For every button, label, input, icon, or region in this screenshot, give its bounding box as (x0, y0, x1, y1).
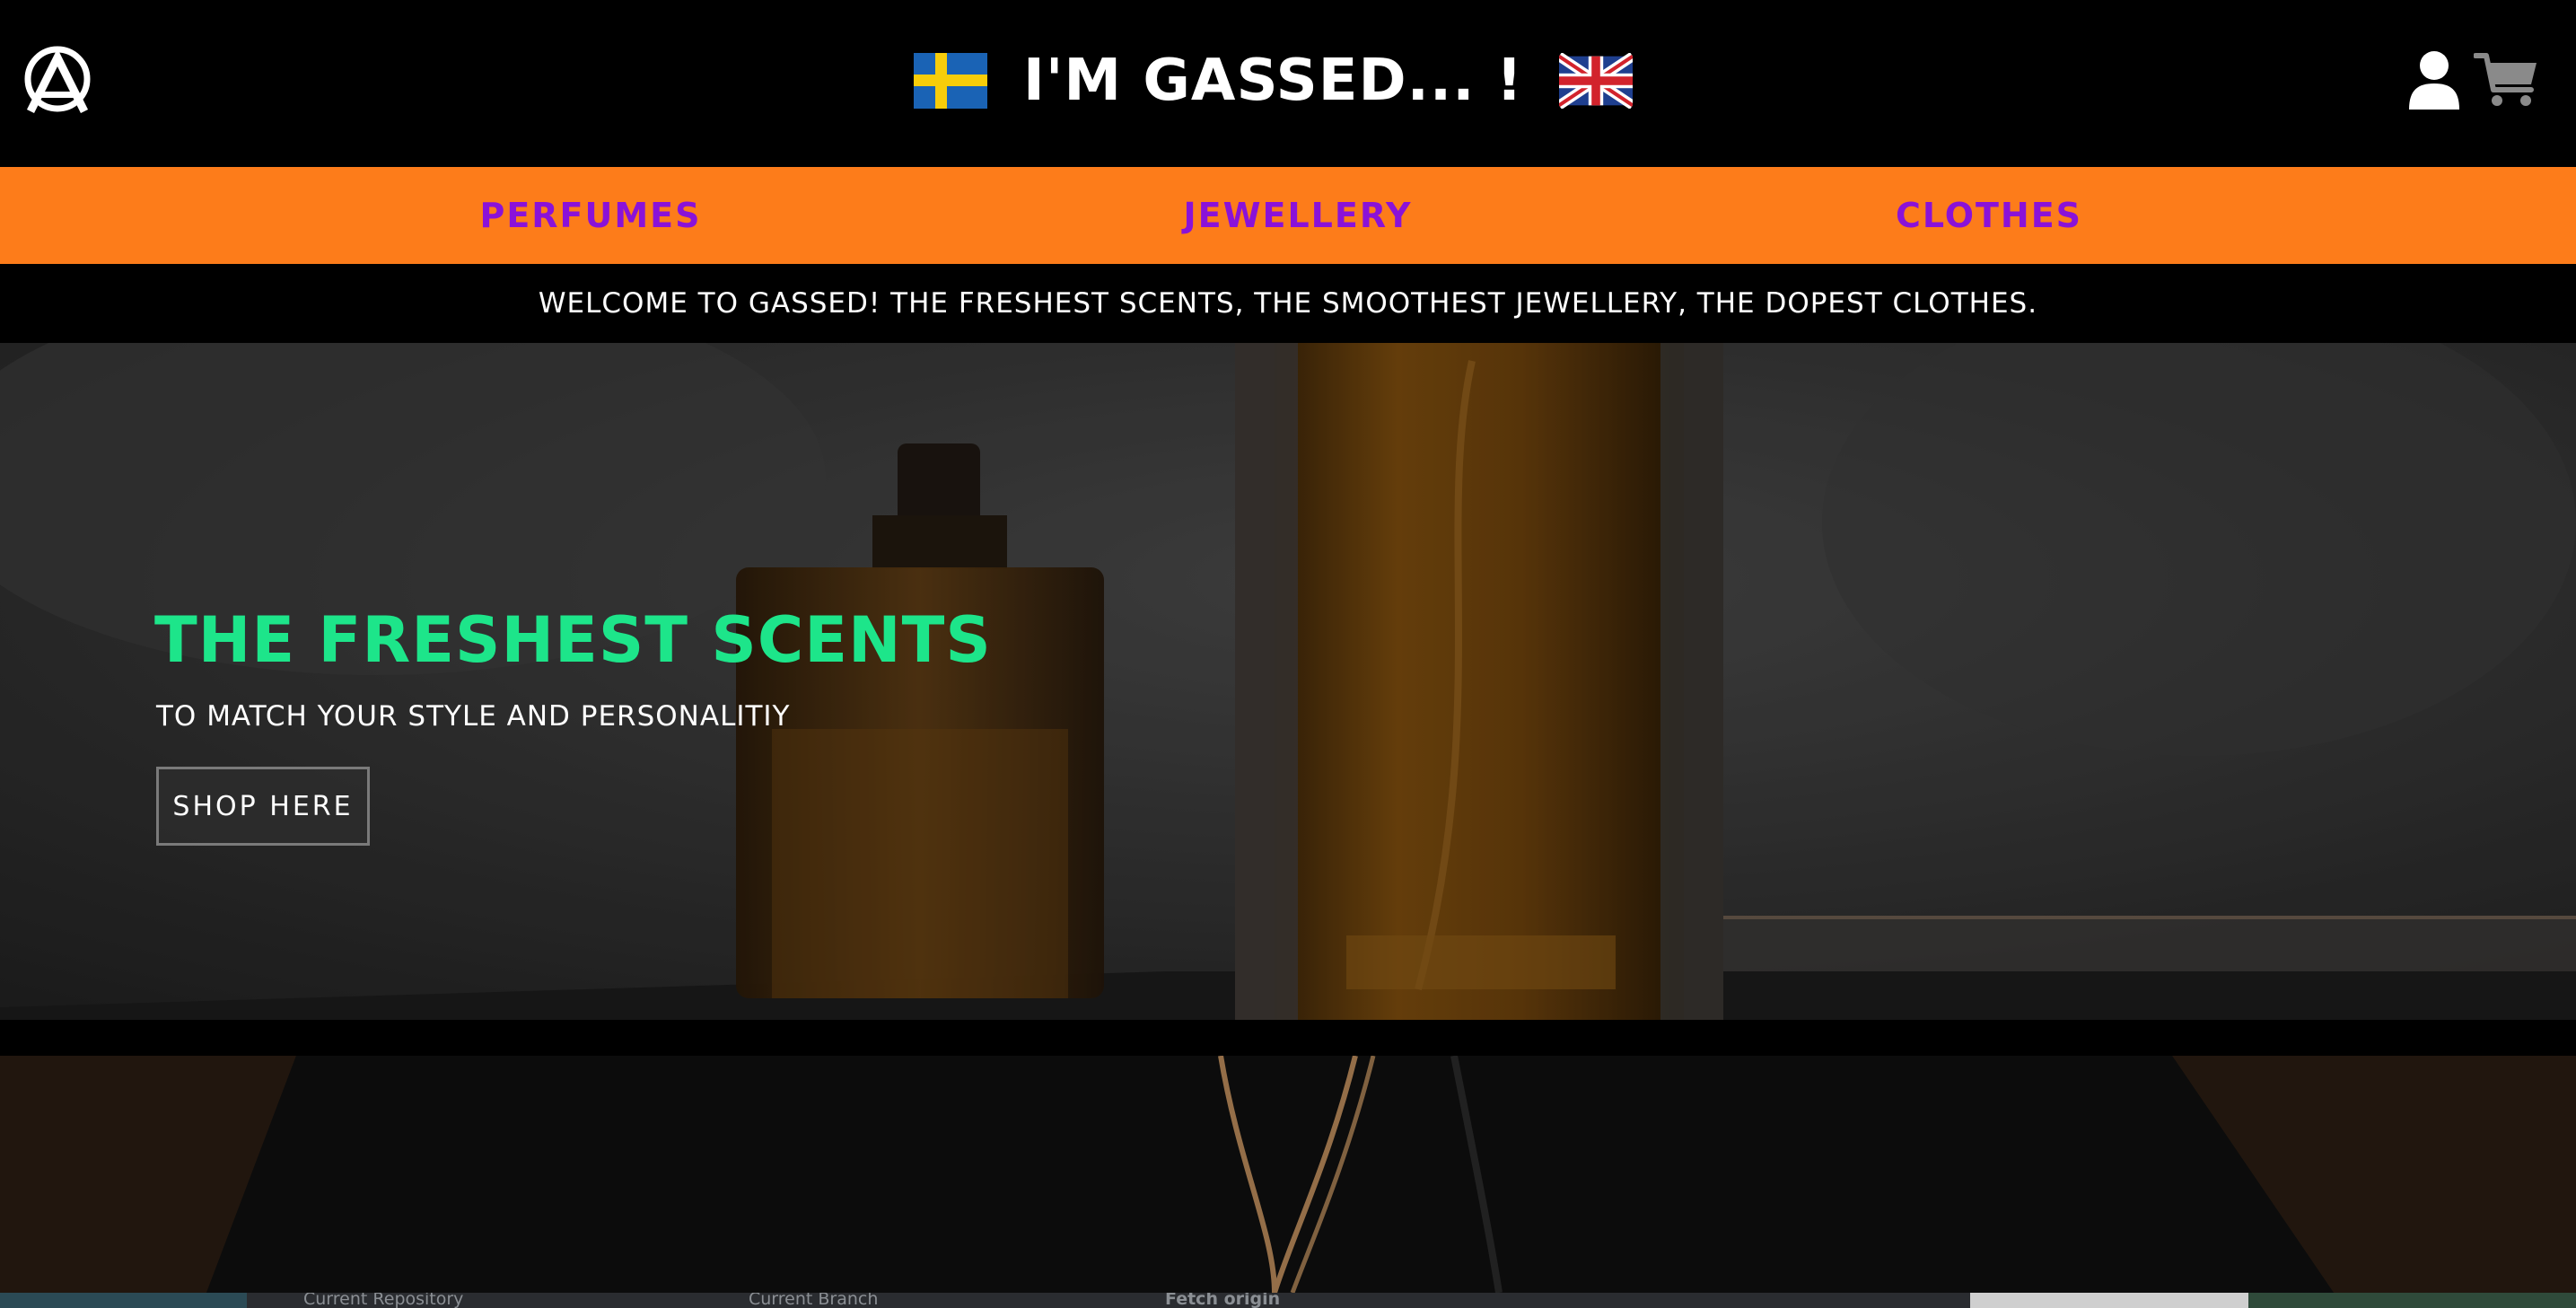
section-divider (0, 1020, 2576, 1056)
sweden-flag-icon[interactable] (914, 53, 987, 109)
uk-flag-icon[interactable] (1559, 53, 1633, 109)
toolbar-light-segment (1970, 1293, 2248, 1308)
hero-perfume-section: THE FRESHEST SCENTS TO MATCH YOUR STYLE … (0, 343, 2576, 1020)
hero-jewellery-section (0, 1056, 2576, 1293)
nav-item-jewellery[interactable]: JEWELLERY (1183, 167, 1412, 264)
current-repository-label[interactable]: Current Repository (303, 1293, 463, 1308)
underlying-app-toolbar: Current Repository Current Branch Fetch … (0, 1293, 2576, 1308)
hero-subtitle: TO MATCH YOUR STYLE AND PERSONALITIY (156, 700, 791, 733)
fetch-origin-label[interactable]: Fetch origin (1165, 1293, 1280, 1308)
user-icon[interactable] (2407, 50, 2461, 110)
site-title: I'M GASSED... ! (1023, 48, 1523, 114)
welcome-banner: WELCOME TO GASSED! THE FRESHEST SCENTS, … (0, 264, 2576, 343)
toolbar-right-edge (2248, 1293, 2576, 1308)
main-nav: PERFUMES JEWELLERY CLOTHES (0, 167, 2576, 264)
toolbar-body (247, 1293, 1970, 1308)
current-branch-label[interactable]: Current Branch (749, 1293, 878, 1308)
site-header: I'M GASSED... ! (0, 0, 2576, 167)
hero-title: THE FRESHEST SCENTS (154, 603, 992, 677)
cart-icon[interactable] (2474, 50, 2540, 110)
toolbar-left-edge (0, 1293, 247, 1308)
shop-here-button[interactable]: SHOP HERE (156, 767, 370, 846)
nav-item-perfumes[interactable]: PERFUMES (479, 167, 701, 264)
brand-logo-icon[interactable] (22, 45, 93, 113)
hero-jewellery-background (0, 1056, 2576, 1293)
hero-perfume-background (0, 343, 2576, 1020)
nav-item-clothes[interactable]: CLOTHES (1896, 167, 2082, 264)
brand-title-group: I'M GASSED... ! (914, 43, 1633, 119)
